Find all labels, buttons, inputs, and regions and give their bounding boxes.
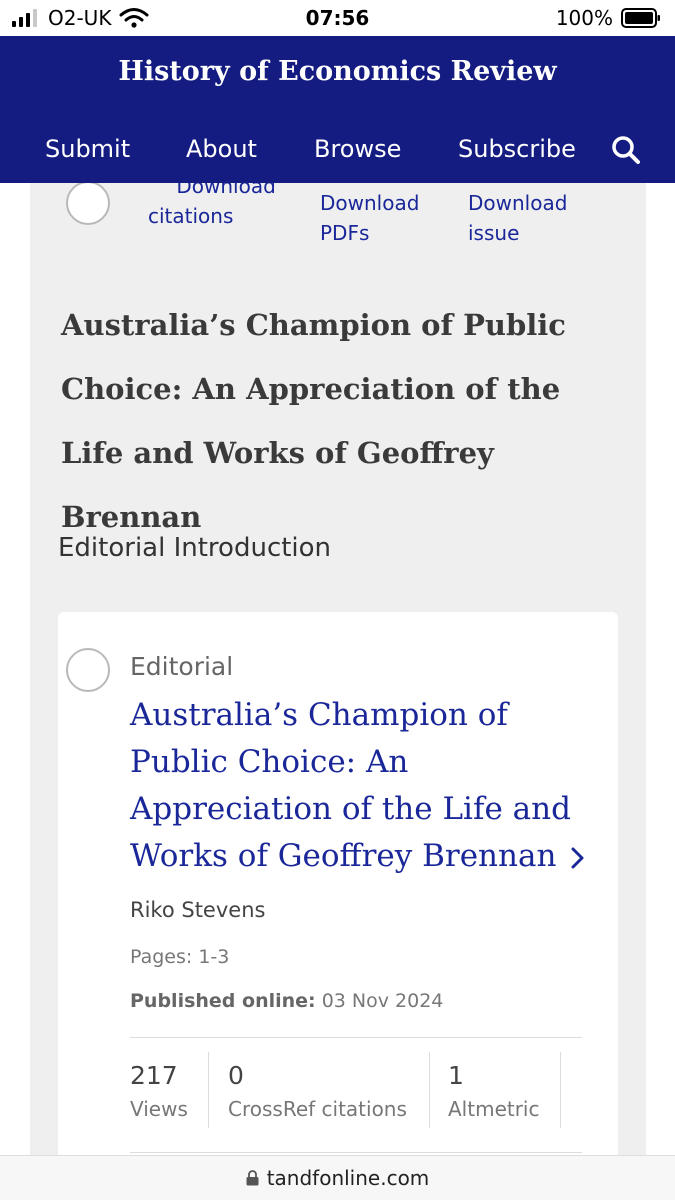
- article-author[interactable]: Riko Stevens: [130, 898, 265, 922]
- url-text: tandfonline.com: [266, 1166, 430, 1190]
- metric-crossref[interactable]: 0 CrossRef citations: [228, 1060, 407, 1126]
- metric-views-label: Views: [130, 1097, 188, 1121]
- download-pdfs-link[interactable]: Download PDFs: [320, 188, 440, 248]
- published-date: 03 Nov 2024: [321, 990, 444, 1012]
- nav-about[interactable]: About: [186, 132, 257, 166]
- main-nav: Submit About Browse Subscribe: [0, 132, 675, 166]
- nav-browse[interactable]: Browse: [314, 132, 401, 166]
- metric-views: 217 Views: [130, 1060, 188, 1126]
- article-select-checkbox[interactable]: [66, 648, 110, 692]
- metric-crossref-label: CrossRef citations: [228, 1097, 407, 1121]
- lock-icon: [246, 1170, 259, 1186]
- download-issue-link[interactable]: Download issue: [468, 188, 588, 248]
- status-bar: O2-UK 07:56 100%: [0, 0, 675, 36]
- article-pages: Pages: 1-3: [130, 946, 230, 968]
- battery-percentage: 100%: [555, 6, 613, 30]
- download-citations-link[interactable]: Download citations: [148, 183, 298, 231]
- metrics-divider-bottom: [130, 1152, 582, 1153]
- metric-crossref-value: 0: [228, 1061, 244, 1090]
- metrics-divider-top: [130, 1037, 582, 1038]
- metric-views-value: 217: [130, 1061, 178, 1090]
- article-card: Editorial Australia’s Champion of Public…: [58, 612, 618, 1155]
- metric-altmetric-value: 1: [448, 1061, 464, 1090]
- download-citations-label: Download citations: [148, 183, 276, 228]
- section-heading: Editorial Introduction: [58, 533, 332, 563]
- article-type: Editorial: [130, 652, 234, 681]
- battery-icon: [621, 8, 660, 28]
- article-published: Published online: 03 Nov 2024: [130, 990, 443, 1012]
- nav-submit[interactable]: Submit: [45, 132, 130, 166]
- issue-panel: Download citations Download PDFs Downloa…: [30, 183, 646, 1155]
- metric-altmetric-label: Altmetric: [448, 1097, 540, 1121]
- browser-url-bar[interactable]: tandfonline.com: [0, 1155, 675, 1200]
- published-label: Published online:: [130, 990, 316, 1012]
- metric-separator: [560, 1052, 561, 1128]
- url-display: tandfonline.com: [0, 1166, 675, 1190]
- site-header: History of Economics Review Submit About…: [0, 36, 675, 183]
- metric-separator: [429, 1052, 430, 1128]
- issue-title: Australia’s Champion of Public Choice: A…: [61, 308, 566, 534]
- metric-separator: [208, 1052, 209, 1128]
- article-title-link[interactable]: Australia’s Champion of Public Choice: A…: [130, 692, 600, 880]
- search-icon[interactable]: [610, 134, 642, 166]
- chevron-right-icon: [571, 847, 584, 868]
- site-title[interactable]: History of Economics Review: [0, 56, 675, 87]
- metric-altmetric[interactable]: 1 Altmetric: [448, 1060, 539, 1126]
- status-right: 100%: [556, 6, 661, 30]
- select-all-checkbox[interactable]: [66, 183, 110, 225]
- article-title-text: Australia’s Champion of Public Choice: A…: [130, 697, 571, 874]
- nav-subscribe[interactable]: Subscribe: [458, 132, 576, 166]
